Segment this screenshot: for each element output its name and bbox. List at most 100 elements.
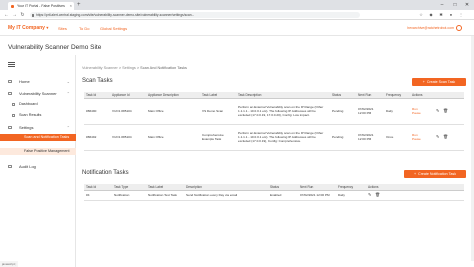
- star-icon[interactable]: ☆: [418, 12, 424, 18]
- cell-task-id: #86490: [84, 98, 110, 125]
- nav-todo[interactable]: To Do: [79, 26, 89, 31]
- sidebar-item-home[interactable]: Home ⌄: [0, 77, 76, 86]
- chevron-up-icon: ⌃: [66, 91, 70, 96]
- user-avatar-icon[interactable]: [456, 25, 462, 31]
- trash-icon[interactable]: 🗑: [443, 108, 448, 113]
- chevron-down-icon: ▾: [46, 25, 49, 30]
- edit-icon[interactable]: ✎: [368, 192, 372, 197]
- app-header: My IT Company ▾ Sites To Do Global Setti…: [0, 21, 474, 36]
- puzzle-icon[interactable]: ✱: [438, 12, 444, 18]
- cell-description: Send Notification every Day via email: [184, 190, 268, 201]
- results-icon: [12, 114, 15, 117]
- cell-empty: [392, 190, 464, 201]
- pause-link[interactable]: Pause: [412, 111, 432, 115]
- create-notification-task-label: Create Notification Task: [418, 172, 456, 176]
- sidebar-item-label: Settings: [19, 125, 34, 130]
- sidebar-item-label: Audit Log: [19, 164, 36, 169]
- sidebar-item-label: Home: [19, 79, 30, 84]
- site-title: Vulnerability Scanner Demo Site: [8, 44, 102, 51]
- cell-appliance-description: Main Office: [146, 124, 200, 151]
- pause-link[interactable]: Pause: [412, 137, 432, 141]
- back-icon[interactable]: ←: [3, 11, 10, 19]
- url-field[interactable]: https://prtl.alert-central.staging.com/s…: [30, 12, 360, 18]
- sidebar-item-vulnerability-scanner[interactable]: Vulnerability Scanner ⌃: [0, 89, 76, 98]
- notification-tasks-title: Notification Tasks: [82, 170, 129, 176]
- scan-tasks-title: Scan Tasks: [82, 78, 113, 84]
- cell-task-label: Comprehensive Example Task: [200, 124, 236, 151]
- sidebar-item-false-positive-management[interactable]: False Positive Management: [0, 148, 76, 155]
- sidebar-item-settings[interactable]: Settings ⌃: [0, 123, 76, 132]
- nav-sites[interactable]: Sites: [58, 26, 67, 31]
- maximize-button[interactable]: □: [449, 0, 461, 10]
- edit-icon[interactable]: ✎: [436, 108, 440, 113]
- table-row: #86490 VUO1 #85104 Main Office VS Demo S…: [84, 98, 464, 125]
- create-notification-task-button[interactable]: + Create Notification Task: [404, 170, 466, 178]
- breadcrumb: Vulnerability Scanner > Settings > Scan …: [82, 66, 187, 70]
- new-tab-button[interactable]: +: [77, 1, 81, 9]
- brand-menu[interactable]: My IT Company ▾: [8, 25, 48, 31]
- profile-icon[interactable]: ●: [448, 12, 454, 18]
- chevron-down-icon: ⌄: [66, 79, 70, 84]
- cell-frequency: Daily: [336, 190, 366, 201]
- trash-icon[interactable]: 🗑: [443, 134, 448, 139]
- scan-tasks-table: Task Id Appliance Id Appliance Descripti…: [84, 92, 464, 151]
- sidebar-item-scan-results[interactable]: Scan Results: [0, 111, 76, 120]
- cell-next-run: 07/02/2021 12:00 PM: [356, 124, 384, 151]
- sidebar-item-dashboard[interactable]: Dashboard: [0, 100, 76, 109]
- sidebar-item-label: Vulnerability Scanner: [19, 91, 57, 96]
- cell-task-id: #86492: [84, 124, 110, 151]
- cell-status: Pending: [330, 98, 356, 125]
- hamburger-menu-icon[interactable]: [8, 62, 15, 67]
- plus-icon: +: [414, 172, 417, 176]
- cell-task-label: VS Demo Scan: [200, 98, 236, 125]
- minimize-button[interactable]: –: [436, 0, 448, 10]
- browser-tab[interactable]: Your IT Portal - False Positives ×: [8, 2, 74, 10]
- breadcrumb-vulnerability-scanner[interactable]: Vulnerability Scanner: [82, 66, 118, 70]
- cell-next-run: 07/02/2021 12:00 PM: [298, 190, 336, 201]
- table-row: #86492 VUO1 #85104 Main Office Comprehen…: [84, 124, 464, 151]
- cell-frequency: Daily: [384, 98, 410, 125]
- cell-icons: ✎ 🗑: [366, 190, 392, 201]
- plus-icon: +: [422, 80, 425, 84]
- user-email[interactable]: hexarchive@ratchetrobot.com: [407, 26, 454, 30]
- notification-tasks-table: Task Id Task Type Task Label Description…: [84, 184, 464, 201]
- tab-title: Your IT Portal - False Positives: [17, 4, 65, 8]
- extension-icon[interactable]: ◆: [428, 12, 434, 18]
- breadcrumb-settings[interactable]: Settings: [122, 66, 136, 70]
- cell-icons: ✎ 🗑: [434, 98, 464, 125]
- cell-task-id: #4: [84, 190, 112, 201]
- cell-appliance-description: Main Office: [146, 98, 200, 125]
- cell-task-description: Perform an External Vulnerability scan o…: [236, 98, 330, 125]
- sidebar-item-audit-log[interactable]: Audit Log: [0, 162, 76, 171]
- cell-frequency: Once: [384, 124, 410, 151]
- edit-icon[interactable]: ✎: [436, 134, 440, 139]
- create-scan-task-label: Create Scan Task: [426, 80, 456, 84]
- favicon-icon: [11, 4, 14, 8]
- nav-global-settings[interactable]: Global Settings: [100, 26, 127, 31]
- address-bar: ← → ↻ https://prtl.alert-central.staging…: [0, 10, 474, 20]
- trash-icon[interactable]: 🗑: [375, 192, 380, 197]
- gear-icon: [8, 126, 12, 129]
- status-bar: javascript:;: [0, 261, 19, 267]
- cell-status: Enabled: [268, 190, 298, 201]
- breadcrumb-current: Scan And Notification Tasks: [140, 66, 187, 70]
- cell-task-description: Perform an External Vulnerability scan o…: [236, 124, 330, 151]
- forward-icon[interactable]: →: [11, 11, 18, 19]
- cell-task-type: Notification: [112, 190, 146, 201]
- dashboard-icon: [12, 103, 15, 106]
- window-close-button[interactable]: ✕: [461, 0, 473, 10]
- cell-actions: Run Pause: [410, 98, 434, 125]
- url-text: https://prtl.alert-central.staging.com/s…: [36, 13, 195, 17]
- cell-next-run: 07/02/2021 12:00 PM: [356, 98, 384, 125]
- cell-task-label: Notification Test Task: [146, 190, 184, 201]
- scanner-icon: [8, 92, 12, 95]
- reload-icon[interactable]: ↻: [19, 11, 26, 19]
- chevron-up-icon: ⌃: [66, 125, 70, 130]
- create-scan-task-button[interactable]: + Create Scan Task: [412, 78, 466, 86]
- sidebar-item-label: Scan Results: [19, 113, 42, 117]
- cell-appliance-id: VUO1 #85104: [110, 98, 146, 125]
- log-icon: [8, 165, 12, 168]
- sidebar-item-scan-notification-tasks[interactable]: Scan and Notification Tasks: [0, 134, 76, 141]
- browser-menu-icon[interactable]: ⋮: [458, 12, 464, 18]
- tab-close-icon[interactable]: ×: [70, 2, 72, 10]
